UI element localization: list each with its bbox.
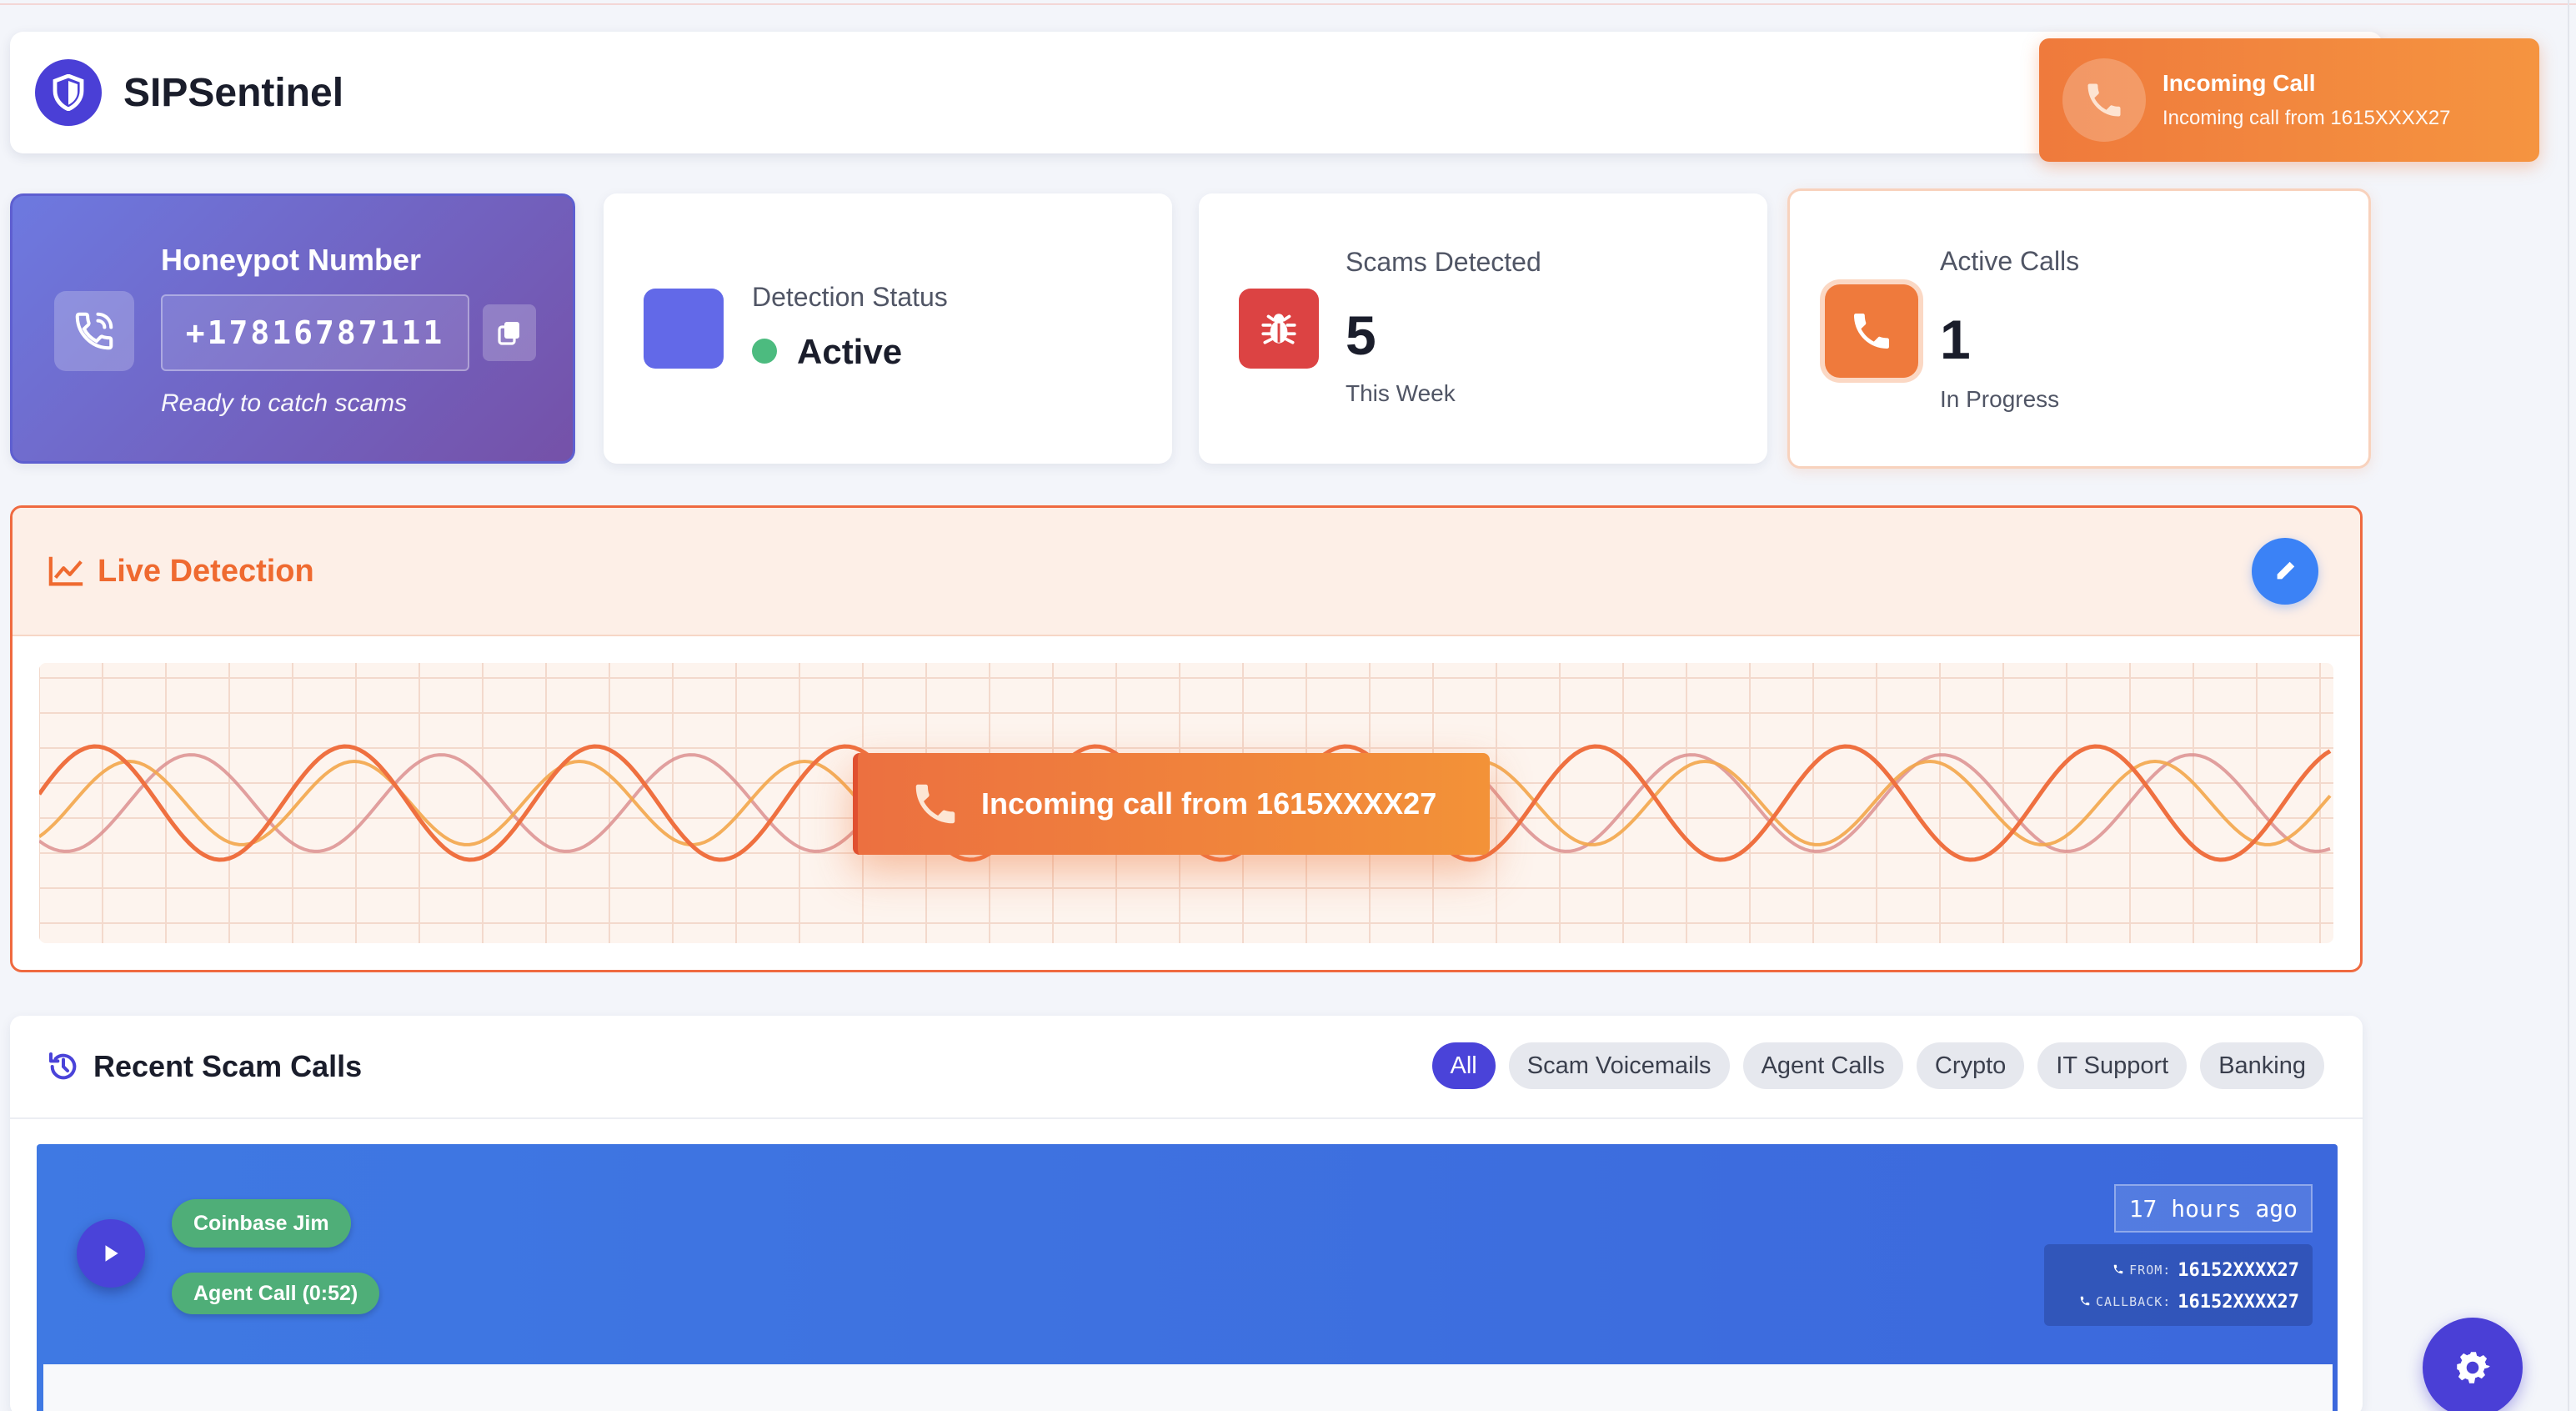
- copy-button[interactable]: [483, 304, 536, 361]
- honeypot-title: Honeypot Number: [161, 243, 422, 277]
- toast-message: Incoming call from 1615XXXX27: [2163, 107, 2451, 129]
- copy-icon: [498, 322, 519, 345]
- pencil-icon: [2277, 561, 2295, 580]
- top-border: [0, 0, 2576, 5]
- scams-label: Scams Detected: [1346, 247, 1541, 277]
- incoming-call-banner: Incoming call from 1615XXXX27: [853, 753, 1490, 855]
- filter-scam-voicemails[interactable]: Scam Voicemails: [1508, 1042, 1730, 1089]
- active-calls-label: Active Calls: [1940, 246, 2080, 276]
- filter-all[interactable]: All: [1431, 1042, 1496, 1089]
- from-value: 16152XXXX27: [2178, 1259, 2299, 1281]
- callback-label: CALLBACK:: [2096, 1294, 2172, 1309]
- detection-value: Active: [797, 332, 903, 371]
- active-calls-subtitle: In Progress: [1940, 386, 2060, 412]
- call-time: 17 hours ago: [2113, 1184, 2313, 1233]
- filter-chips: All Scam Voicemails Agent Calls Crypto I…: [1431, 1042, 2324, 1089]
- app-header: SIPSentinel: [10, 32, 2383, 153]
- scams-detected-card: Scams Detected 5 This Week: [1199, 193, 1767, 464]
- incoming-call-toast[interactable]: Incoming Call Incoming call from 1615XXX…: [2039, 38, 2539, 162]
- honeypot-number[interactable]: +17816787111: [161, 294, 469, 371]
- phone-icon: [915, 784, 955, 824]
- recent-header: Recent Scam Calls All Scam Voicemails Ag…: [10, 1016, 2363, 1119]
- detection-icon: [644, 289, 724, 369]
- chart-line-icon: [48, 556, 83, 586]
- call-numbers: FROM: 16152XXXX27 CALLBACK: 16152XXXX27: [2044, 1244, 2313, 1326]
- bug-icon: [1239, 289, 1319, 369]
- honeypot-card: Honeypot Number +17816787111 Ready to ca…: [10, 193, 575, 464]
- recent-scam-calls-panel: Recent Scam Calls All Scam Voicemails Ag…: [10, 1016, 2363, 1411]
- app-title: SIPSentinel: [123, 70, 344, 115]
- call-card[interactable]: Coinbase Jim Agent Call (0:52) 17 hours …: [37, 1144, 2338, 1411]
- edit-button[interactable]: [2252, 538, 2318, 605]
- active-calls-value: 1: [1940, 309, 1971, 370]
- phone-small-icon: [2112, 1263, 2124, 1278]
- call-card-body: [43, 1364, 2333, 1411]
- call-type-tag: Agent Call (0:52): [172, 1273, 380, 1314]
- gear-icon: [2457, 1352, 2490, 1383]
- play-icon: [105, 1245, 118, 1262]
- from-label: FROM:: [2129, 1263, 2172, 1278]
- filter-banking[interactable]: Banking: [2200, 1042, 2324, 1089]
- scrollbar[interactable]: [2568, 0, 2576, 1411]
- filter-it-support[interactable]: IT Support: [2037, 1042, 2188, 1089]
- active-calls-card: Active Calls 1 In Progress: [1787, 188, 2371, 469]
- status-dot: [752, 339, 777, 364]
- play-button[interactable]: [77, 1219, 145, 1288]
- history-icon: [49, 1052, 77, 1080]
- shield-icon: [35, 59, 102, 126]
- settings-button[interactable]: [2423, 1318, 2523, 1411]
- caller-name-tag: Coinbase Jim: [172, 1199, 351, 1248]
- live-detection-panel: Live Detection Incoming call from 1615XX…: [10, 505, 2363, 972]
- scams-value: 5: [1346, 304, 1376, 366]
- recent-title: Recent Scam Calls: [93, 1049, 363, 1083]
- callback-value: 16152XXXX27: [2178, 1291, 2299, 1313]
- phone-small-icon: [2079, 1294, 2091, 1310]
- banner-text: Incoming call from 1615XXXX27: [981, 786, 1437, 821]
- phone-ringing-icon: [54, 291, 134, 371]
- detection-label: Detection Status: [752, 282, 948, 312]
- detection-status-card: Detection Status Active: [604, 193, 1172, 464]
- filter-crypto[interactable]: Crypto: [1916, 1042, 2025, 1089]
- scams-subtitle: This Week: [1346, 380, 1456, 406]
- filter-agent-calls[interactable]: Agent Calls: [1742, 1042, 1903, 1089]
- phone-icon: [1825, 284, 1918, 378]
- live-detection-header: Live Detection: [13, 508, 2360, 636]
- phone-icon: [2062, 58, 2146, 142]
- honeypot-subtitle: Ready to catch scams: [161, 389, 408, 417]
- live-detection-title: Live Detection: [98, 553, 314, 589]
- toast-title: Incoming Call: [2163, 70, 2316, 96]
